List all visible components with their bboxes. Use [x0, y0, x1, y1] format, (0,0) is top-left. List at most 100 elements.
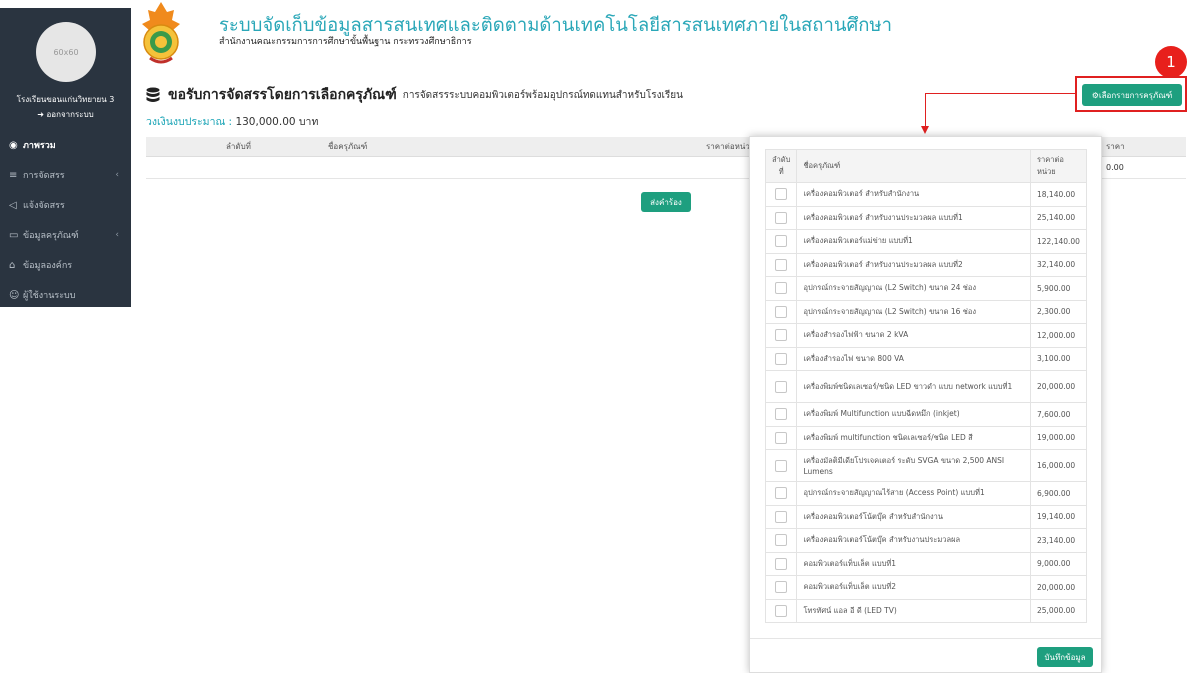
- list-item[interactable]: เครื่องคอมพิวเตอร์โน้ตบุ๊ค สำหรับสำนักงา…: [764, 504, 1087, 529]
- annotation-arrow-head: [921, 126, 929, 134]
- item-checkbox-cell: [764, 205, 798, 230]
- school-name: โรงเรียนขอนแก่นวิทยายน 3: [16, 95, 115, 104]
- sidebar-item-notify-allocation[interactable]: ◁ แจ้งจัดสรร: [0, 190, 131, 220]
- table-header: ลำดับที่ ชื่อครุภัณฑ์ ราคาต่อหน่วย: [764, 149, 1087, 183]
- list-item[interactable]: อุปกรณ์กระจายสัญญาณไร้สาย (Access Point)…: [764, 481, 1087, 506]
- item-checkbox[interactable]: [775, 258, 788, 271]
- list-item[interactable]: เครื่องคอมพิวเตอร์ สำหรับงานประมวลผล แบบ…: [764, 252, 1087, 277]
- column-header-name: ชื่อครุภัณฑ์: [328, 142, 368, 151]
- item-name: เครื่องคอมพิวเตอร์ สำหรับสำนักงาน: [796, 182, 1031, 207]
- bullhorn-icon: ◁: [9, 199, 17, 211]
- item-price: 20,000.00: [1030, 575, 1087, 600]
- item-name: เครื่องพิมพ์ multifunction ชนิดเลเซอร์/ช…: [796, 425, 1031, 450]
- list-item[interactable]: เครื่องคอมพิวเตอร์โน้ตบุ๊ค สำหรับงานประม…: [764, 528, 1087, 553]
- item-name: เครื่องคอมพิวเตอร์โน้ตบุ๊ค สำหรับงานประม…: [796, 528, 1031, 553]
- sidebar-menu: ◉ ภาพรวม ≡ การจัดสรร ‹ ◁ แจ้งจัดสรร ▭ ข้อมูลค…: [0, 128, 131, 310]
- item-checkbox[interactable]: [775, 487, 788, 500]
- modal-footer-divider: [750, 638, 1101, 639]
- list-item[interactable]: คอมพิวเตอร์แท็บเล็ต แบบที่1 9,000.00: [764, 551, 1087, 576]
- database-icon: ≡: [9, 169, 18, 181]
- item-checkbox-cell: [764, 323, 798, 348]
- item-price: 19,000.00: [1030, 425, 1087, 450]
- budget-value: 130,000.00 บาท: [235, 116, 319, 128]
- budget-label: วงเงินงบประมาณ :: [146, 116, 233, 128]
- item-price: 12,000.00: [1030, 323, 1087, 348]
- item-checkbox[interactable]: [775, 431, 788, 444]
- equipment-select-modal: ลำดับที่ ชื่อครุภัณฑ์ ราคาต่อหน่วย เครื่…: [749, 136, 1102, 673]
- column-header-unit-price: ราคาต่อหน่วย: [706, 142, 755, 151]
- sidebar-item-organization[interactable]: ⌂ ข้อมูลองค์กร: [0, 250, 131, 280]
- item-checkbox[interactable]: [775, 282, 788, 295]
- item-price: 7,600.00: [1030, 402, 1087, 427]
- item-checkbox-cell: [764, 276, 798, 301]
- item-checkbox[interactable]: [775, 235, 788, 248]
- submit-request-button[interactable]: ส่งคำร้อง: [641, 192, 691, 212]
- list-item[interactable]: อุปกรณ์กระจายสัญญาณ (L2 Switch) ขนาด 24 …: [764, 276, 1087, 301]
- item-checkbox-cell: [764, 182, 798, 207]
- obec-logo: [142, 2, 180, 64]
- column-header-number: ลำดับที่: [226, 142, 251, 151]
- item-checkbox[interactable]: [775, 188, 788, 201]
- item-price: 16,000.00: [1030, 449, 1087, 482]
- item-name: เครื่องสำรองไฟฟ้า ขนาด 2 kVA: [796, 323, 1031, 348]
- item-checkbox[interactable]: [775, 329, 788, 342]
- page-heading: ขอรับการจัดสรรโดยการเลือกครุภัณฑ์: [168, 87, 397, 103]
- item-checkbox[interactable]: [775, 604, 788, 617]
- sidebar-item-equipment[interactable]: ▭ ข้อมูลครุภัณฑ์ ‹: [0, 220, 131, 250]
- item-price: 25,000.00: [1030, 598, 1087, 623]
- list-item[interactable]: เครื่องพิมพ์ Multifunction แบบฉีดหมึก (i…: [764, 402, 1087, 427]
- total-value: 0.00: [1106, 163, 1124, 172]
- list-item[interactable]: เครื่องสำรองไฟ ขนาด 800 VA 3,100.00: [764, 346, 1087, 371]
- list-item[interactable]: เครื่องพิมพ์ชนิดเลเซอร์/ชนิด LED ขาวดำ แ…: [764, 370, 1087, 403]
- column-header-price: ราคา: [1106, 142, 1125, 151]
- item-checkbox[interactable]: [775, 352, 788, 365]
- list-item[interactable]: อุปกรณ์กระจายสัญญาณ (L2 Switch) ขนาด 16 …: [764, 299, 1087, 324]
- list-item[interactable]: เครื่องมัลติมีเดียโปรเจคเตอร์ ระดับ SVGA…: [764, 449, 1087, 482]
- dashboard-icon: ◉: [9, 139, 18, 151]
- item-checkbox[interactable]: [775, 534, 788, 547]
- item-checkbox-cell: [764, 299, 798, 324]
- logout-link[interactable]: ➜ ออกจากระบบ: [0, 108, 131, 121]
- list-item[interactable]: เครื่องสำรองไฟฟ้า ขนาด 2 kVA 12,000.00: [764, 323, 1087, 348]
- list-item[interactable]: เครื่องคอมพิวเตอร์ สำหรับงานประมวลผล แบบ…: [764, 205, 1087, 230]
- item-checkbox[interactable]: [775, 557, 788, 570]
- desktop-icon: ▭: [9, 229, 19, 241]
- item-price: 5,900.00: [1030, 276, 1087, 301]
- item-checkbox[interactable]: [775, 408, 788, 421]
- select-equipment-button[interactable]: ⚙ เลือกรายการครุภัณฑ์: [1082, 84, 1182, 106]
- item-name: เครื่องมัลติมีเดียโปรเจคเตอร์ ระดับ SVGA…: [796, 449, 1031, 482]
- item-name: เครื่องคอมพิวเตอร์ สำหรับงานประมวลผล แบบ…: [796, 205, 1031, 230]
- item-name: คอมพิวเตอร์แท็บเล็ต แบบที่1: [796, 551, 1031, 576]
- item-price: 6,900.00: [1030, 481, 1087, 506]
- institution-icon: ⌂: [9, 259, 16, 271]
- sidebar-item-users[interactable]: ☺ ผู้ใช้งานระบบ: [0, 280, 131, 310]
- item-checkbox[interactable]: [775, 459, 788, 472]
- save-button[interactable]: บันทึกข้อมูล: [1037, 647, 1093, 667]
- sidebar-item-overview[interactable]: ◉ ภาพรวม: [0, 130, 131, 160]
- database-icon: [146, 87, 160, 102]
- item-checkbox[interactable]: [775, 581, 788, 594]
- item-name: อุปกรณ์กระจายสัญญาณไร้สาย (Access Point)…: [796, 481, 1031, 506]
- list-item[interactable]: เครื่องพิมพ์ multifunction ชนิดเลเซอร์/ช…: [764, 425, 1087, 450]
- sidebar-item-allocation[interactable]: ≡ การจัดสรร ‹: [0, 160, 131, 190]
- app-subtitle: สำนักงานคณะกรรมการการศึกษาขั้นพื้นฐาน กร…: [219, 37, 472, 47]
- chevron-left-icon: ‹: [115, 170, 119, 180]
- column-header-name: ชื่อครุภัณฑ์: [796, 149, 1031, 183]
- item-price: 2,300.00: [1030, 299, 1087, 324]
- item-checkbox[interactable]: [775, 305, 788, 318]
- item-checkbox[interactable]: [775, 510, 788, 523]
- column-header-unit-price: ราคาต่อหน่วย: [1030, 149, 1087, 183]
- list-item[interactable]: โทรทัศน์ แอล อี ดี (LED TV) 25,000.00: [764, 598, 1087, 623]
- annotation-arrow-line: [925, 93, 926, 128]
- list-item[interactable]: เครื่องคอมพิวเตอร์ สำหรับสำนักงาน 18,140.…: [764, 182, 1087, 207]
- item-checkbox[interactable]: [775, 211, 788, 224]
- item-name: โทรทัศน์ แอล อี ดี (LED TV): [796, 598, 1031, 623]
- item-checkbox[interactable]: [775, 380, 788, 393]
- item-checkbox-cell: [764, 425, 798, 450]
- item-checkbox-cell: [764, 504, 798, 529]
- item-price: 25,140.00: [1030, 205, 1087, 230]
- item-name: อุปกรณ์กระจายสัญญาณ (L2 Switch) ขนาด 24 …: [796, 276, 1031, 301]
- list-item[interactable]: เครื่องคอมพิวเตอร์แม่ข่าย แบบที่1 122,140…: [764, 229, 1087, 254]
- item-checkbox-cell: [764, 449, 798, 482]
- list-item[interactable]: คอมพิวเตอร์แท็บเล็ต แบบที่2 20,000.00: [764, 575, 1087, 600]
